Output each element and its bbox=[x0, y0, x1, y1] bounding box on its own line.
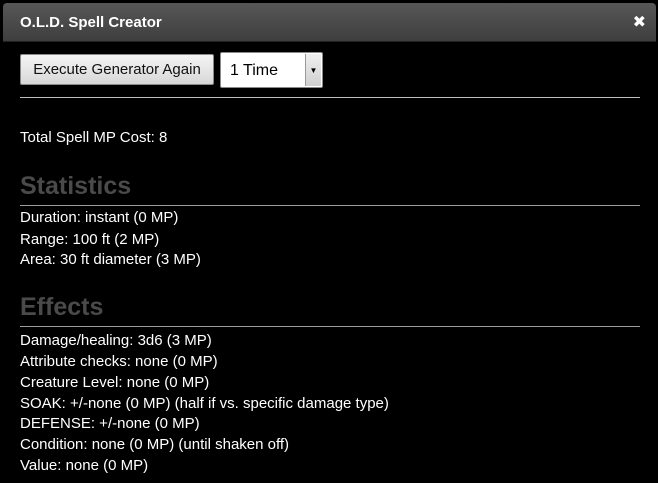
statistics-heading: Statistics bbox=[20, 172, 132, 200]
effects-line: Attribute checks: none (0 MP) bbox=[20, 353, 218, 370]
effects-line: Condition: none (0 MP) (until shaken off… bbox=[20, 436, 290, 453]
effects-line: Damage/healing: 3d6 (3 MP) bbox=[20, 332, 212, 349]
total-mp-cost: Total Spell MP Cost: 8 bbox=[20, 129, 168, 146]
statistics-line: Area: 30 ft diameter (3 MP) bbox=[20, 251, 201, 268]
effects-line: SOAK: +/-none (0 MP) (half if vs. specif… bbox=[20, 395, 389, 412]
toolbar-divider bbox=[20, 97, 640, 98]
window-title: O.L.D. Spell Creator bbox=[20, 14, 162, 31]
title-bar[interactable]: O.L.D. Spell Creator ✖ bbox=[3, 3, 656, 42]
times-select[interactable]: 1 Time ▼ bbox=[220, 52, 323, 88]
effects-rule bbox=[20, 326, 640, 327]
times-select-value: 1 Time bbox=[230, 62, 279, 79]
statistics-line: Range: 100 ft (2 MP) bbox=[20, 231, 160, 248]
effects-line: DEFENSE: +/-none (0 MP) bbox=[20, 415, 200, 432]
statistics-rule bbox=[20, 205, 640, 206]
spell-creator-window: O.L.D. Spell Creator ✖ Execute Generator… bbox=[0, 0, 658, 483]
statistics-line: Duration: instant (0 MP) bbox=[20, 209, 179, 226]
chevron-down-icon[interactable]: ▼ bbox=[305, 54, 321, 86]
toolbar: Execute Generator Again 1 Time ▼ bbox=[20, 52, 640, 88]
close-icon[interactable]: ✖ bbox=[633, 12, 646, 32]
effects-line: Creature Level: none (0 MP) bbox=[20, 374, 210, 391]
effects-line: Value: none (0 MP) bbox=[20, 457, 149, 474]
effects-heading: Effects bbox=[20, 293, 104, 321]
execute-generator-button[interactable]: Execute Generator Again bbox=[20, 54, 214, 85]
